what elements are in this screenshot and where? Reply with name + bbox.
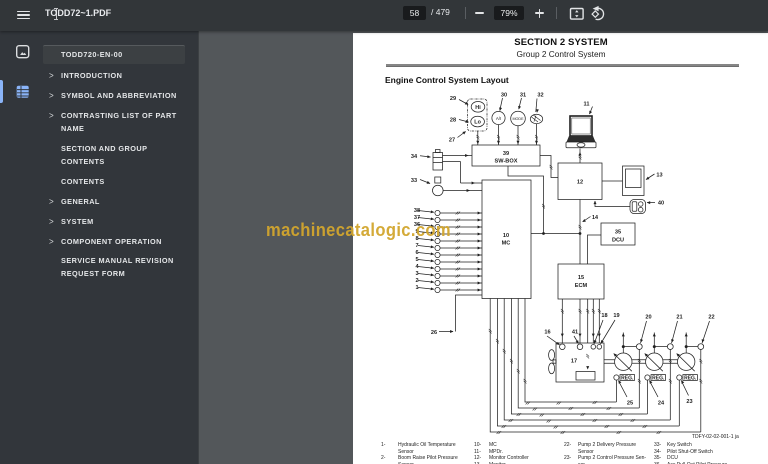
svg-text:32: 32	[537, 93, 543, 99]
svg-text:34: 34	[411, 154, 418, 160]
svg-text:23: 23	[686, 399, 692, 405]
svg-text:1: 1	[415, 285, 418, 291]
svg-text:39: 39	[503, 151, 509, 157]
svg-text:12: 12	[577, 180, 583, 186]
svg-text:22: 22	[708, 315, 714, 321]
svg-text:31: 31	[520, 93, 526, 99]
svg-text:35: 35	[615, 230, 621, 236]
svg-text:Hi: Hi	[475, 105, 481, 111]
svg-text:19: 19	[613, 313, 619, 319]
svg-text:7: 7	[415, 243, 418, 249]
svg-text:16: 16	[544, 330, 550, 336]
svg-text:A/I: A/I	[496, 116, 501, 121]
svg-text:21: 21	[676, 315, 682, 321]
svg-text:MC: MC	[502, 241, 511, 247]
svg-text:13: 13	[656, 173, 662, 179]
svg-text:17: 17	[571, 359, 577, 365]
svg-text:14: 14	[592, 215, 598, 221]
svg-text:MODE: MODE	[512, 117, 524, 121]
svg-text:3: 3	[415, 271, 418, 277]
svg-text:REG.: REG.	[684, 376, 697, 382]
svg-text:11: 11	[584, 102, 590, 108]
svg-text:26: 26	[431, 330, 437, 336]
svg-text:Lo: Lo	[474, 120, 481, 126]
svg-text:20: 20	[645, 315, 651, 321]
svg-text:15: 15	[578, 275, 584, 281]
svg-text:6: 6	[415, 250, 418, 256]
svg-text:10: 10	[503, 233, 509, 239]
svg-text:DCU: DCU	[612, 238, 624, 244]
svg-text:REG.: REG.	[621, 376, 634, 382]
svg-text:2: 2	[415, 278, 418, 284]
svg-text:REG.: REG.	[652, 376, 665, 382]
svg-text:30: 30	[501, 93, 507, 99]
svg-text:29: 29	[450, 96, 456, 102]
svg-text:28: 28	[450, 118, 456, 124]
svg-text:24: 24	[658, 401, 665, 407]
svg-text:40: 40	[658, 201, 664, 207]
svg-text:25: 25	[627, 401, 633, 407]
svg-text:SW-BOX: SW-BOX	[495, 159, 518, 165]
svg-text:5: 5	[415, 257, 418, 263]
svg-text:27: 27	[449, 138, 455, 144]
svg-text:18: 18	[601, 313, 607, 319]
svg-text:38: 38	[414, 208, 420, 214]
svg-text:41: 41	[572, 330, 578, 336]
svg-text:4: 4	[415, 264, 419, 270]
svg-text:33: 33	[411, 178, 417, 184]
svg-text:ECM: ECM	[575, 283, 588, 289]
